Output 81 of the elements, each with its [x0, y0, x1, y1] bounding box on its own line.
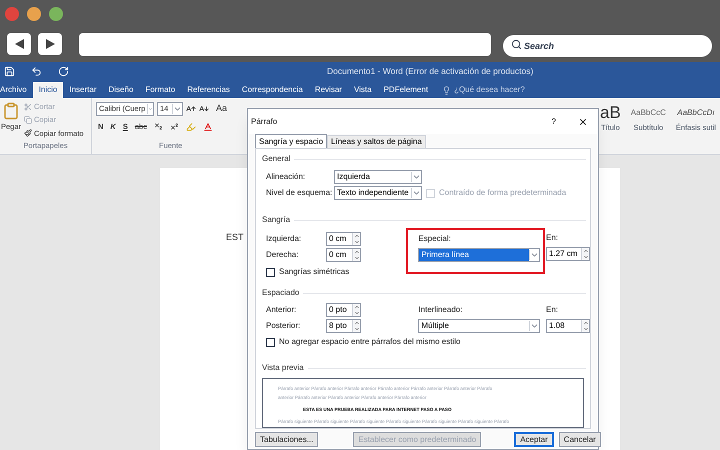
- window-title: Documento1 - Word (Error de activación de productos): [327, 64, 534, 78]
- field-label: Anterior:: [266, 304, 298, 316]
- checkbox-label: No agregar espacio entre párrafos del mismo estilo: [279, 336, 460, 348]
- superscript-icon[interactable]: [170, 122, 179, 132]
- right-indent-field[interactable]: 0 cm: [326, 248, 361, 262]
- back-button[interactable]: [7, 33, 31, 55]
- special-indent-dropdown[interactable]: Primera línea: [418, 248, 540, 262]
- clipboard-icon: [2, 101, 20, 121]
- chevron-down-icon: [411, 172, 421, 182]
- spin-arrows-icon: [352, 304, 360, 316]
- spin-arrows-icon: [352, 233, 360, 245]
- spin-arrows-icon: [352, 249, 360, 261]
- lightbulb-icon: [442, 86, 452, 94]
- copy-icon: [24, 116, 32, 124]
- ribbon-tab[interactable]: Insertar: [63, 82, 102, 98]
- section-heading: General: [262, 153, 290, 165]
- field-label: En:: [546, 232, 560, 244]
- section-heading: Espaciado: [262, 287, 300, 299]
- checkbox-label: Sangrías simétricas: [279, 266, 350, 278]
- field-label: Nivel de esquema:: [266, 187, 334, 199]
- paintbrush-icon: [24, 129, 32, 138]
- dialog-button[interactable]: Cancelar: [558, 432, 601, 447]
- back-arrow-icon: [14, 39, 24, 49]
- alignment-dropdown[interactable]: Izquierda: [334, 170, 422, 184]
- redo-icon[interactable]: [58, 66, 69, 76]
- forward-arrow-icon: [46, 39, 54, 49]
- tell-me-field[interactable]: ¿Qué desea hacer?: [454, 84, 544, 96]
- ribbon-tab[interactable]: Revisar: [308, 82, 348, 98]
- indent-by-field[interactable]: 1.27 cm: [546, 247, 590, 261]
- search-icon: [511, 39, 522, 50]
- checkbox-label: Contraído de forma predeterminada: [439, 187, 566, 199]
- dialog-tab[interactable]: Líneas y saltos de página: [327, 135, 426, 148]
- field-label: Posterior:: [266, 320, 302, 332]
- change-case-button[interactable]: Aa: [216, 102, 228, 116]
- chevron-down-icon: [411, 188, 421, 198]
- section-heading: Vista previa: [262, 362, 304, 374]
- left-indent-field[interactable]: 0 cm: [326, 232, 361, 246]
- chevron-down-icon: [529, 250, 540, 260]
- grow-font-icon[interactable]: [186, 104, 196, 114]
- space-before-field[interactable]: 0 pto: [326, 303, 361, 317]
- outline-level-dropdown[interactable]: Texto independiente: [334, 186, 422, 200]
- line-spacing-at-field[interactable]: 1.08: [546, 319, 590, 333]
- dialog-title: Párrafo: [251, 116, 278, 128]
- ribbon-tab[interactable]: Diseño: [102, 82, 140, 98]
- chevron-down-icon: [529, 321, 540, 331]
- space-after-field[interactable]: 8 pto: [326, 319, 361, 333]
- field-label: En:: [546, 304, 560, 316]
- dialog-button[interactable]: Tabulaciones...: [255, 432, 318, 447]
- forward-button[interactable]: [38, 33, 62, 55]
- section-heading: Sangría: [262, 214, 290, 226]
- font-color-icon[interactable]: [202, 122, 213, 132]
- ribbon-tab[interactable]: PDFelement: [378, 82, 434, 98]
- chevron-down-icon: [147, 104, 153, 114]
- line-spacing-dropdown[interactable]: Múltiple: [418, 319, 540, 333]
- ribbon-tab[interactable]: Vista: [348, 82, 378, 98]
- shrink-font-icon[interactable]: [199, 104, 209, 114]
- document-text: EST: [226, 232, 244, 242]
- save-icon[interactable]: [4, 66, 15, 76]
- scissors-icon: [24, 102, 32, 111]
- dialog-button[interactable]: Aceptar: [514, 432, 554, 447]
- field-label: Especial:: [418, 233, 452, 245]
- search-field[interactable]: Search: [503, 35, 712, 57]
- checkbox[interactable]: [266, 338, 275, 346]
- field-label: Interlineado:: [418, 304, 464, 316]
- ribbon-tab[interactable]: Archivo: [0, 82, 33, 98]
- undo-icon[interactable]: [31, 66, 42, 76]
- field-label: Alineación:: [266, 171, 306, 183]
- field-label: Derecha:: [266, 249, 300, 261]
- field-label: Izquierda:: [266, 233, 302, 245]
- help-button[interactable]: ?: [552, 116, 556, 128]
- ribbon-tab[interactable]: Formato: [139, 82, 182, 98]
- ribbon-tab[interactable]: Correspondencia: [236, 82, 309, 98]
- ribbon-tab[interactable]: Inicio: [32, 82, 64, 98]
- address-bar[interactable]: [79, 32, 491, 56]
- dialog-tab[interactable]: Sangría y espacio: [255, 134, 328, 148]
- ribbon-tab[interactable]: Referencias: [181, 82, 236, 98]
- spin-arrows-icon: [352, 320, 360, 332]
- chevron-down-icon: [172, 104, 182, 114]
- checkbox[interactable]: [266, 268, 275, 276]
- close-icon[interactable]: [578, 116, 588, 126]
- subscript-icon[interactable]: [154, 122, 163, 132]
